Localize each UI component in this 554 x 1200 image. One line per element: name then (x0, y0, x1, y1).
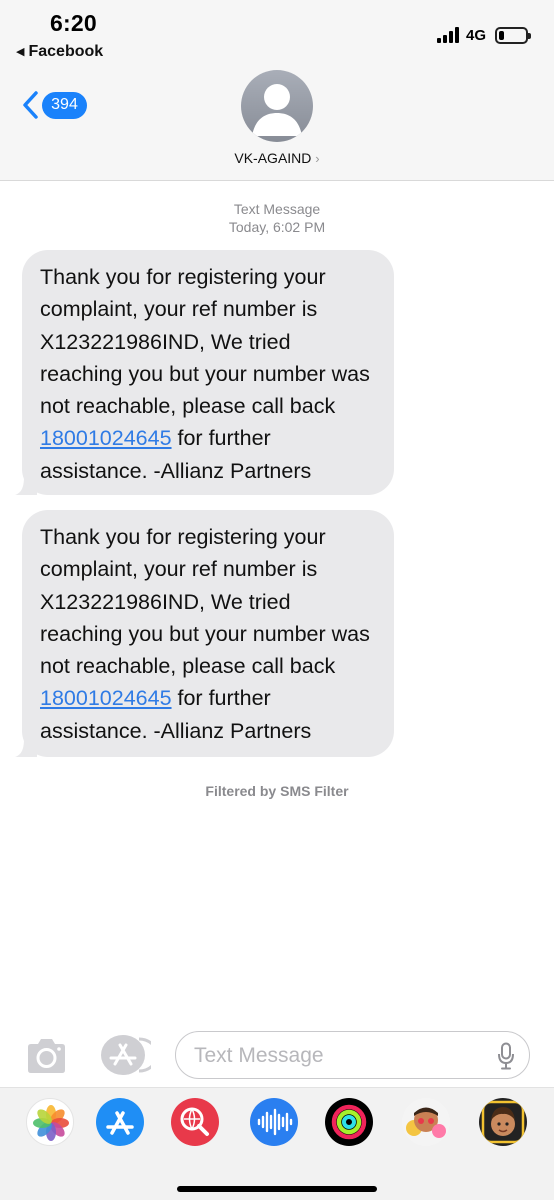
back-to-app-link[interactable]: ◀ Facebook (16, 43, 103, 61)
back-triangle-icon: ◀ (16, 46, 25, 58)
message-input[interactable]: Text Message (175, 1031, 530, 1079)
network-type: 4G (465, 26, 486, 44)
person-silhouette-icon (252, 84, 302, 136)
app-store-icon[interactable] (99, 1033, 151, 1077)
phone-number-link[interactable]: 18001024645 (40, 686, 172, 710)
activity-icon[interactable] (325, 1098, 373, 1146)
phone-number-link[interactable]: 18001024645 (40, 426, 172, 450)
status-time: 6:20 (50, 10, 97, 36)
message-bubble[interactable]: Thank you for registering your complaint… (15, 250, 394, 495)
input-placeholder: Text Message (194, 1044, 324, 1067)
message-bubble[interactable]: Thank you for registering your complaint… (15, 510, 394, 757)
app-store-icon[interactable] (96, 1098, 144, 1146)
bubble-tail (15, 477, 37, 495)
memoji-stickers-icon[interactable] (402, 1098, 450, 1146)
chevron-left-icon (23, 91, 38, 119)
sms-filter-note: Filtered by SMS Filter (205, 783, 349, 799)
contact-name: VK-AGAIND (234, 150, 312, 166)
back-app-label: Facebook (28, 43, 104, 60)
message-text: Thank you for registering your complaint… (40, 265, 370, 419)
home-indicator (177, 1186, 377, 1192)
conversation-header: 6:20 ◀ Facebook 4G 394 VK-AGAIND › (0, 0, 554, 181)
message-timestamp: Today, 6:02 PM (228, 219, 326, 235)
photos-icon[interactable] (26, 1098, 74, 1146)
contact-avatar[interactable] (241, 70, 313, 142)
audio-message-icon[interactable] (250, 1098, 298, 1146)
bubble-tail (15, 739, 37, 757)
contact-name-button[interactable]: VK-AGAIND › (0, 150, 554, 166)
memoji-icon[interactable] (479, 1098, 527, 1146)
service-label: Text Message (233, 201, 321, 217)
back-button[interactable]: 394 (22, 90, 87, 120)
microphone-icon[interactable] (497, 1042, 515, 1070)
status-indicators: 4G (436, 25, 531, 45)
cellular-signal-icon (436, 27, 459, 43)
battery-icon (495, 26, 531, 44)
message-text: Thank you for registering your complaint… (40, 525, 370, 679)
camera-icon[interactable] (24, 1037, 69, 1075)
contact-chevron-icon: › (315, 151, 320, 166)
unread-count-badge: 394 (42, 91, 87, 119)
imessage-app-tray (0, 1087, 554, 1200)
web-search-icon[interactable] (171, 1098, 219, 1146)
